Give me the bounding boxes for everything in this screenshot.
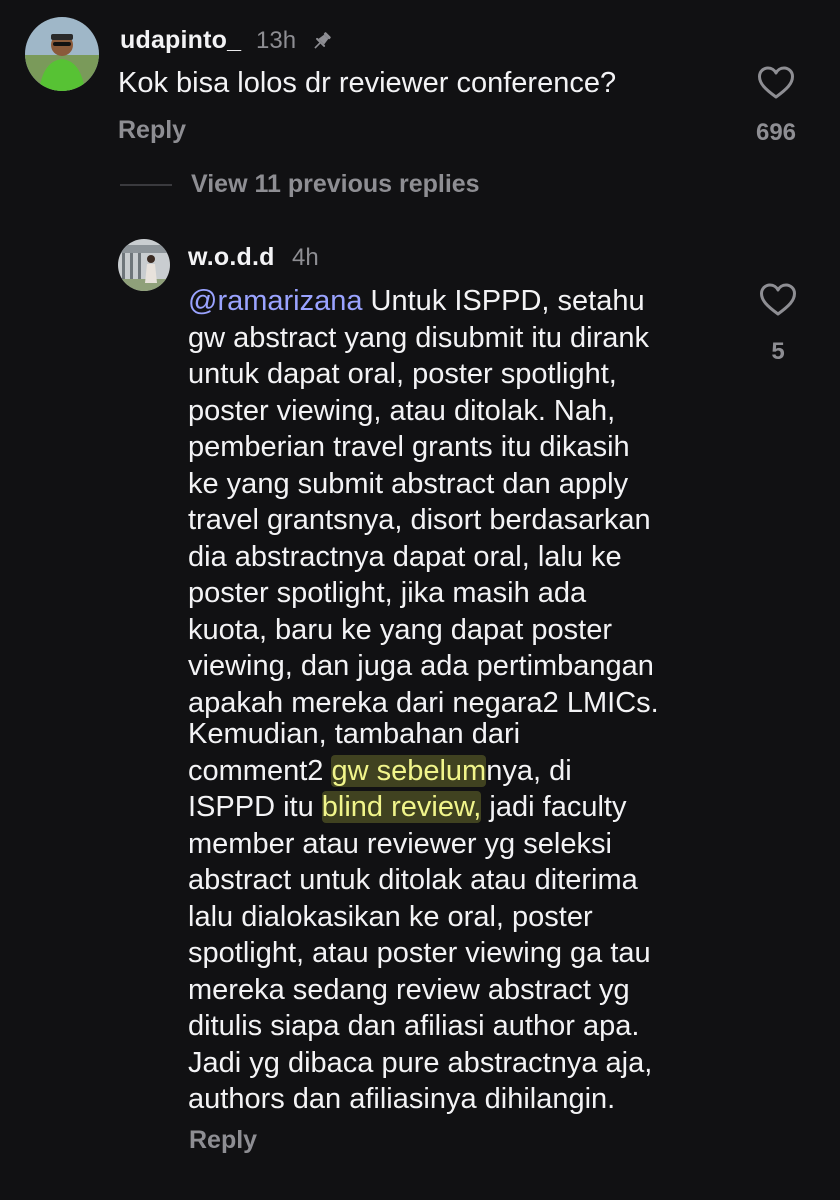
avatar-photo-icon — [25, 17, 99, 91]
comment-text: Kok bisa lolos dr reviewer conference? — [118, 67, 617, 99]
reply-text-line: Kemudian, tambahan dari — [188, 718, 521, 750]
comment-timestamp: 13h — [256, 27, 297, 54]
reply-text-line: pemberian travel grants itu dikasih — [188, 431, 630, 463]
avatar-photo-icon — [118, 239, 170, 291]
reply-text-line: authors dan afiliasinya dihilangin. — [188, 1083, 616, 1115]
reply-text-line: kuota, baru ke yang dapat poster — [188, 613, 613, 646]
reply-text-line: poster viewing, atau ditolak. Nah, — [188, 394, 616, 427]
reply-text-line: poster spotlight, jika masih ada — [188, 577, 587, 609]
reply-like-button[interactable] — [759, 283, 797, 317]
reply-text-line: mereka sedang review abstract yg — [188, 973, 630, 1006]
reply-text-line: ISPPD itu blind review, jadi faculty — [188, 789, 652, 826]
reply-text-line: comment2 gw sebelumnya, di — [188, 753, 652, 790]
reply-text-line: @ramarizana Untuk ISPPD, setahu — [188, 283, 659, 320]
reply-text-line: travel grantsnya, disort berdasarkan — [188, 504, 651, 536]
view-previous-replies-button[interactable]: View 11 previous replies — [191, 170, 480, 199]
reply-text-line: dia abstractnya dapat oral, lalu ke — [188, 540, 622, 573]
reply-like-count: 5 — [771, 338, 785, 365]
reply-text-line: ke yang submit abstract dan apply — [188, 467, 629, 500]
reply-reply-button[interactable]: Reply — [189, 1126, 257, 1155]
reply-text-line: viewing, dan juga ada pertimbangan — [188, 650, 654, 682]
reply-text-segment: ISPPD itu — [188, 791, 322, 823]
comment-username[interactable]: udapinto_ — [120, 26, 241, 55]
reply-text-line: Jadi yg dibaca pure abstractnya aja, — [188, 1046, 653, 1079]
reply-avatar[interactable] — [118, 239, 170, 291]
heart-icon — [760, 283, 796, 316]
reply-text-paragraph-1: @ramarizana Untuk ISPPD, setahu gw abstr… — [188, 283, 659, 721]
reply-text-line: spotlight, atau poster viewing ga tau — [188, 937, 651, 969]
reply-username[interactable]: w.o.d.d — [188, 243, 275, 272]
mention-link[interactable]: @ramarizana — [188, 285, 363, 317]
like-count: 696 — [755, 119, 797, 146]
reply-text-segment: nya, di — [486, 754, 572, 787]
reply-text-line: lalu dialokasikan ke oral, poster — [188, 900, 593, 933]
heart-icon — [758, 66, 794, 99]
reply-text-segment: jadi faculty — [481, 791, 627, 823]
reply-timestamp: 4h — [292, 244, 319, 271]
highlighted-text: blind review, — [321, 791, 482, 823]
reply-text-paragraph-2: Kemudian, tambahan dari comment2 gw sebe… — [188, 716, 652, 1118]
reply-text-line: abstract untuk ditolak atau diterima — [188, 864, 638, 896]
reply-text-line: untuk dapat oral, poster spotlight, — [188, 358, 617, 390]
view-replies-divider — [120, 184, 172, 186]
highlighted-text: gw sebelum — [331, 754, 487, 787]
reply-text-segment: Untuk ISPPD, setahu — [362, 285, 645, 317]
like-button[interactable] — [757, 66, 795, 100]
reply-text-segment: comment2 — [188, 754, 332, 787]
reply-text-line: ditulis siapa dan afiliasi author apa. — [188, 1010, 640, 1042]
reply-button[interactable]: Reply — [118, 116, 186, 145]
reply-text-line: member atau reviewer yg seleksi — [188, 827, 612, 860]
pin-icon — [310, 29, 334, 58]
avatar[interactable] — [25, 17, 99, 91]
reply-text-line: gw abstract yang disubmit itu dirank — [188, 321, 649, 354]
